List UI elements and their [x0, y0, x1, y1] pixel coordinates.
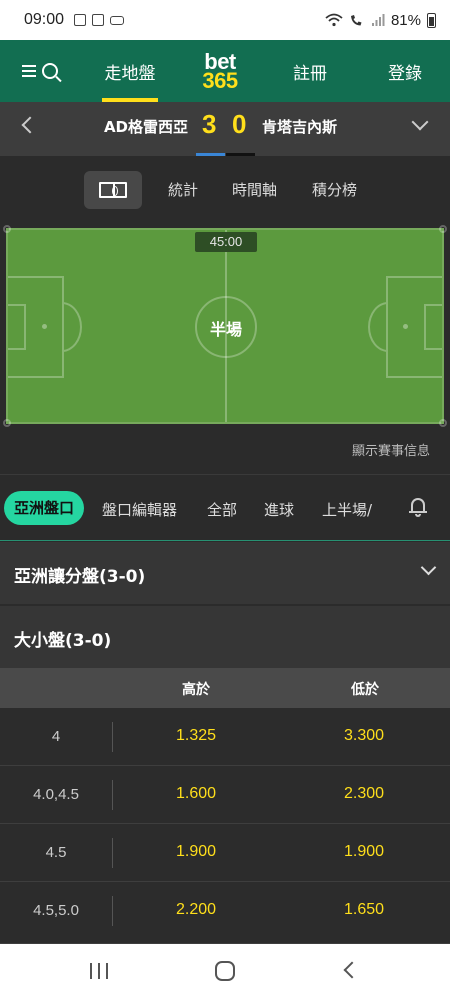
chevron-down-icon[interactable] — [420, 559, 437, 576]
penalty-spot-right — [403, 324, 408, 329]
market-tabs-divider — [0, 540, 450, 541]
match-status: 半場 — [209, 320, 242, 339]
table-row: 4.0,4.5 1.600 2.300 — [0, 766, 450, 824]
odds-under[interactable]: 1.900 — [344, 843, 384, 861]
bet365-logo[interactable]: bet 365 — [180, 51, 260, 93]
divider — [112, 722, 113, 752]
top-nav: 走地盤 bet 365 註冊 登錄 — [0, 40, 450, 102]
match-clock: 45:00 — [195, 232, 257, 252]
market-tab-builder[interactable]: 盤口編輯器 — [102, 499, 177, 520]
tab-pitch[interactable] — [84, 171, 142, 209]
market-tab-first-half[interactable]: 上半場/ — [322, 499, 388, 520]
odds-over[interactable]: 1.900 — [176, 843, 216, 861]
voicemail-icon — [110, 15, 125, 25]
goal-box-right — [424, 304, 442, 350]
table-row: 4.5 1.900 1.900 — [0, 824, 450, 882]
view-tabs: 統計 時間軸 積分榜 — [0, 156, 450, 224]
home-icon[interactable] — [215, 961, 235, 981]
search-icon[interactable] — [42, 63, 58, 79]
goal-box-left — [8, 304, 26, 350]
corner-arc — [3, 419, 11, 427]
divider — [112, 780, 113, 810]
menu-search-button[interactable] — [0, 63, 80, 79]
odds-under[interactable]: 3.300 — [344, 727, 384, 745]
notification-icon — [74, 14, 87, 26]
wifi-call-icon — [350, 15, 362, 26]
handicap-line: 4.5 — [45, 844, 67, 861]
corner-arc — [3, 225, 11, 233]
handicap-line: 4.5,5.0 — [33, 902, 79, 919]
tab-stats[interactable]: 統計 — [168, 179, 198, 200]
back-icon[interactable] — [343, 961, 361, 979]
pitch-icon — [99, 182, 127, 198]
logo-text-bottom: 365 — [202, 68, 238, 93]
chevron-down-icon[interactable] — [411, 113, 429, 131]
column-header-under: 低於 — [351, 682, 379, 698]
odds-over[interactable]: 1.325 — [176, 727, 216, 745]
odds-over[interactable]: 2.200 — [176, 901, 216, 919]
chevron-left-icon[interactable] — [21, 116, 39, 134]
handicap-line: 4.0,4.5 — [33, 786, 79, 803]
market-tab-all[interactable]: 全部 — [207, 499, 237, 520]
over-under-header[interactable]: 大小盤(3-0) — [0, 606, 450, 668]
odds-column-header: 高於 低於 — [0, 668, 450, 708]
show-match-info-link[interactable]: 顯示賽事信息 — [352, 440, 430, 459]
section-title: 大小盤(3-0) — [14, 631, 112, 651]
odds-under[interactable]: 2.300 — [344, 785, 384, 803]
divider — [112, 838, 113, 868]
login-button[interactable]: 登錄 — [360, 40, 450, 102]
table-row: 4 1.325 3.300 — [0, 708, 450, 766]
gallery-icon — [92, 14, 105, 26]
status-bar: 09:00 81% — [0, 0, 450, 40]
away-team-name: 肯塔吉內斯 — [262, 118, 338, 136]
recent-apps-icon[interactable] — [90, 963, 108, 981]
system-nav-bar — [0, 944, 450, 1000]
column-header-over: 高於 — [182, 682, 210, 698]
bell-icon[interactable] — [409, 496, 427, 518]
home-team-name: AD格雷西亞 — [103, 118, 188, 136]
register-button[interactable]: 註冊 — [260, 40, 360, 102]
tab-standings[interactable]: 積分榜 — [312, 179, 357, 200]
home-score: 3 — [202, 109, 217, 139]
penalty-spot-left — [42, 324, 47, 329]
asian-handicap-header[interactable]: 亞洲讓分盤(3-0) — [0, 542, 450, 604]
divider — [0, 474, 450, 475]
status-time: 09:00 — [24, 11, 65, 28]
market-tab-asian[interactable]: 亞洲盤口 — [4, 491, 84, 525]
table-row: 4.5,5.0 2.200 1.650 — [0, 882, 450, 944]
menu-icon[interactable] — [22, 65, 36, 77]
match-pitch: 45:00 半場 — [3, 225, 447, 427]
divider — [112, 896, 113, 926]
nav-live[interactable]: 走地盤 — [80, 40, 180, 102]
battery-percent: 81% — [390, 11, 421, 29]
handicap-line: 4 — [51, 728, 61, 745]
corner-arc — [439, 419, 447, 427]
corner-arc — [439, 225, 447, 233]
odds-over[interactable]: 1.600 — [176, 785, 216, 803]
signal-icon — [371, 14, 385, 26]
tab-timeline[interactable]: 時間軸 — [232, 179, 277, 200]
away-score: 0 — [232, 109, 247, 139]
section-title: 亞洲讓分盤(3-0) — [14, 567, 146, 587]
wifi-icon — [325, 13, 343, 27]
odds-under[interactable]: 1.650 — [344, 901, 384, 919]
battery-icon — [427, 12, 436, 28]
scoreboard: AD格雷西亞 3 0 肯塔吉內斯 — [0, 102, 450, 156]
market-tab-goals[interactable]: 進球 — [264, 499, 294, 520]
market-tabs: 亞洲盤口 盤口編輯器 全部 進球 上半場/ — [0, 476, 450, 540]
